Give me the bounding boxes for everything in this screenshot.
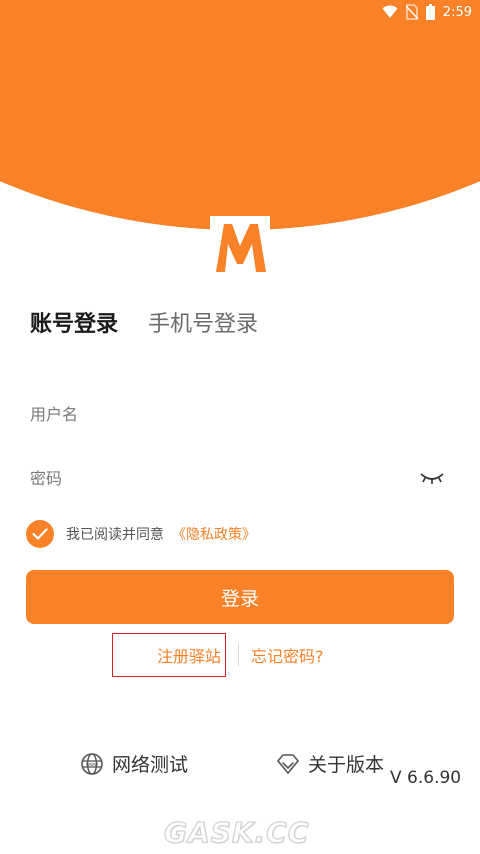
battery-icon <box>425 4 435 20</box>
login-tabs: 账号登录 手机号登录 <box>30 306 258 338</box>
network-test-button[interactable]: www 网络测试 <box>80 750 188 777</box>
privacy-policy-link[interactable]: 《隐私政策》 <box>172 524 256 544</box>
header-arc <box>0 0 480 230</box>
account-links: 注册驿站 忘记密码? <box>112 633 324 677</box>
username-input[interactable] <box>30 404 450 424</box>
eye-closed-icon[interactable] <box>418 468 446 488</box>
watermark: GASK.CC <box>163 815 310 849</box>
forgot-password-link[interactable]: 忘记密码? <box>251 643 324 667</box>
privacy-agreement: 我已阅读并同意 《隐私政策》 <box>26 520 256 548</box>
tab-account-login[interactable]: 账号登录 <box>30 306 118 338</box>
app-logo <box>210 216 270 278</box>
login-button[interactable]: 登录 <box>26 570 454 624</box>
links-divider <box>238 644 239 666</box>
svg-text:www: www <box>86 762 98 768</box>
network-test-label: 网络测试 <box>112 754 189 776</box>
status-bar: 2:59 <box>0 0 480 24</box>
about-version-label: 关于版本 <box>308 754 385 776</box>
agree-text: 我已阅读并同意 <box>66 527 164 543</box>
about-version-button[interactable]: 关于版本 <box>276 750 384 777</box>
status-time: 2:59 <box>442 4 472 20</box>
password-input[interactable] <box>30 468 418 488</box>
diamond-icon <box>277 753 299 774</box>
tab-phone-login[interactable]: 手机号登录 <box>148 306 258 338</box>
username-field <box>30 392 450 436</box>
register-link[interactable]: 注册驿站 <box>112 633 226 677</box>
wifi-icon <box>382 5 398 19</box>
check-icon <box>32 528 48 540</box>
password-field <box>30 456 450 500</box>
globe-icon: www <box>81 752 103 775</box>
no-sim-icon <box>405 4 418 20</box>
version-text: V 6.6.90 <box>390 768 462 788</box>
agree-checkbox[interactable] <box>26 520 54 548</box>
